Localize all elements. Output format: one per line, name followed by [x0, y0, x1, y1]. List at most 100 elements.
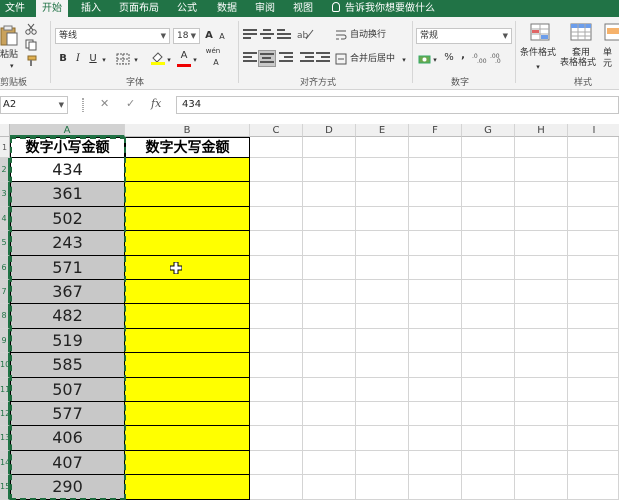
tab-page-layout[interactable]: 页面布局 [114, 0, 164, 17]
decrease-indent-icon[interactable] [300, 52, 314, 64]
merge-center-button[interactable]: 合并后居中 [350, 54, 395, 65]
accounting-format-icon[interactable] [418, 52, 432, 66]
cell-f11[interactable] [409, 377, 462, 402]
cell-f5[interactable] [409, 231, 462, 256]
font-name-select[interactable]: 等线 ▼ [55, 28, 170, 44]
cell-g5[interactable] [462, 231, 515, 256]
cancel-icon[interactable]: ✕ [100, 97, 109, 110]
wrap-text-icon[interactable] [335, 29, 347, 41]
cell-g14[interactable] [462, 450, 515, 476]
cell-f10[interactable] [409, 353, 462, 378]
font-color-dropdown-icon[interactable]: ▾ [191, 52, 199, 68]
accounting-dropdown-icon[interactable]: ▾ [431, 52, 439, 68]
cell-a2[interactable]: 434 [10, 158, 125, 183]
cell-h13[interactable] [515, 426, 568, 451]
cell-i6[interactable] [568, 255, 619, 280]
cell-g10[interactable] [462, 353, 515, 378]
cell-i2[interactable] [568, 158, 619, 183]
cell-c8[interactable] [250, 304, 303, 329]
format-painter-icon[interactable] [25, 55, 37, 67]
cell-f14[interactable] [409, 450, 462, 476]
cell-c13[interactable] [250, 426, 303, 451]
cell-i7[interactable] [568, 280, 619, 305]
cell-h10[interactable] [515, 353, 568, 378]
cell-d11[interactable] [303, 377, 356, 402]
tab-data[interactable]: 数据 [212, 0, 242, 17]
cell-d3[interactable] [303, 182, 356, 207]
cell-a9[interactable]: 519 [10, 328, 125, 354]
cell-h9[interactable] [515, 328, 568, 354]
cell-e3[interactable] [356, 182, 409, 207]
name-box[interactable]: A2 ▼ [0, 96, 68, 114]
cell-c1[interactable] [250, 137, 303, 158]
cell-b6[interactable] [125, 255, 250, 280]
cell-e15[interactable] [356, 475, 409, 500]
cell-a14[interactable]: 407 [10, 450, 125, 476]
cell-c14[interactable] [250, 450, 303, 476]
cell-h8[interactable] [515, 304, 568, 329]
borders-icon[interactable] [116, 53, 130, 65]
tab-file[interactable]: 文件 [0, 0, 30, 17]
cell-h3[interactable] [515, 182, 568, 207]
cell-g12[interactable] [462, 402, 515, 427]
cell-c10[interactable] [250, 353, 303, 378]
cell-a8[interactable]: 482 [10, 304, 125, 329]
row-header-7[interactable]: 7 [0, 280, 10, 305]
formula-input[interactable]: 434 [176, 96, 619, 114]
format-as-table-icon[interactable] [570, 23, 594, 43]
align-bottom-icon[interactable] [277, 29, 291, 41]
cell-d10[interactable] [303, 353, 356, 378]
tab-view[interactable]: 视图 [288, 0, 318, 17]
column-header-g[interactable]: G [462, 124, 515, 137]
cell-f4[interactable] [409, 206, 462, 232]
cell-g6[interactable] [462, 255, 515, 280]
cell-f2[interactable] [409, 158, 462, 183]
cell-b9[interactable] [125, 328, 250, 354]
merge-dropdown-icon[interactable]: ▾ [400, 52, 408, 68]
cell-d15[interactable] [303, 475, 356, 500]
row-header-1[interactable]: 1 [0, 137, 10, 158]
cell-f9[interactable] [409, 328, 462, 354]
column-header-i[interactable]: I [568, 124, 619, 137]
cell-f15[interactable] [409, 475, 462, 500]
cell-f7[interactable] [409, 280, 462, 305]
copy-icon[interactable] [25, 39, 37, 51]
cell-g9[interactable] [462, 328, 515, 354]
cell-c12[interactable] [250, 402, 303, 427]
cell-g4[interactable] [462, 206, 515, 232]
cell-g15[interactable] [462, 475, 515, 500]
cell-b13[interactable] [125, 426, 250, 451]
bold-button[interactable]: B [57, 51, 69, 67]
column-header-d[interactable]: D [303, 124, 356, 137]
cell-c4[interactable] [250, 206, 303, 232]
row-header-8[interactable]: 8 [0, 304, 10, 329]
cell-e9[interactable] [356, 328, 409, 354]
row-header-5[interactable]: 5 [0, 231, 10, 256]
cell-f1[interactable] [409, 137, 462, 158]
insert-function-icon[interactable]: fx [151, 97, 161, 110]
cell-f3[interactable] [409, 182, 462, 207]
format-as-table-label-2[interactable]: 表格格式 [560, 58, 596, 69]
cell-d13[interactable] [303, 426, 356, 451]
cell-h4[interactable] [515, 206, 568, 232]
cell-e11[interactable] [356, 377, 409, 402]
cell-f8[interactable] [409, 304, 462, 329]
cell-i5[interactable] [568, 231, 619, 256]
header-cell-b[interactable]: 数字大写金额 [125, 137, 250, 158]
cell-d7[interactable] [303, 280, 356, 305]
row-header-4[interactable]: 4 [0, 206, 10, 232]
cell-e14[interactable] [356, 450, 409, 476]
cell-b15[interactable] [125, 475, 250, 500]
column-header-h[interactable]: H [515, 124, 568, 137]
increase-indent-icon[interactable] [316, 52, 330, 64]
align-middle-icon[interactable] [260, 29, 274, 41]
cell-c11[interactable] [250, 377, 303, 402]
cell-h6[interactable] [515, 255, 568, 280]
conditional-dropdown-icon[interactable]: ▾ [534, 59, 542, 75]
cell-i10[interactable] [568, 353, 619, 378]
cell-d14[interactable] [303, 450, 356, 476]
underline-dropdown-icon[interactable]: ▾ [100, 52, 108, 68]
row-header-6[interactable]: 6 [0, 255, 10, 280]
cell-a3[interactable]: 361 [10, 182, 125, 207]
header-cell-a[interactable]: 数字小写金额 [10, 137, 125, 158]
